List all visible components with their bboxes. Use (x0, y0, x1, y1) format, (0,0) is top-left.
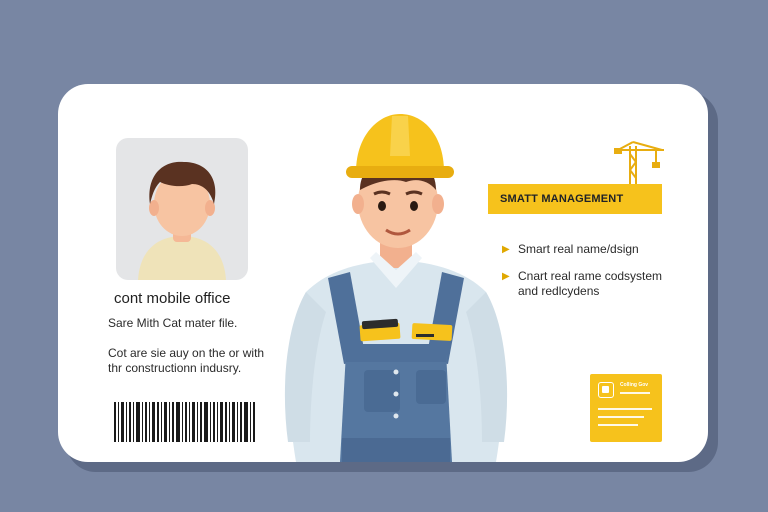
list-item-line: Cnart real rame codsystem (518, 269, 663, 283)
profile-photo (116, 138, 248, 280)
document-line (598, 416, 644, 418)
feature-list: ▶ Smart real name/dsign ▶ Cnart real ram… (502, 242, 692, 311)
smart-management-banner: SMATT MANAGEMENT (488, 184, 662, 214)
document-icon (598, 382, 614, 398)
document-line (598, 424, 638, 426)
barcode-icon (114, 402, 255, 442)
person-avatar-icon (138, 161, 226, 280)
document-card: Colling Gov (590, 374, 662, 442)
list-item: ▶ Cnart real rame codsystem and redlcyde… (502, 269, 692, 299)
document-title: Colling Gov (620, 382, 649, 388)
office-label: cont mobile office (114, 290, 231, 307)
card-text-line: Sare Mith Cat mater file. (108, 316, 238, 330)
document-line (598, 408, 652, 410)
list-item-line: Smart real name/dsign (518, 242, 639, 256)
arrow-bullet-icon: ▶ (502, 271, 510, 282)
list-item-line: and redlcydens (518, 284, 600, 298)
construction-crane-icon (614, 141, 664, 186)
construction-worker-illustration (284, 114, 508, 462)
id-card: cont mobile office Sare Mith Cat mater f… (58, 84, 708, 462)
arrow-bullet-icon: ▶ (502, 244, 510, 255)
list-item: ▶ Smart real name/dsign (502, 242, 692, 257)
document-line (620, 392, 650, 394)
